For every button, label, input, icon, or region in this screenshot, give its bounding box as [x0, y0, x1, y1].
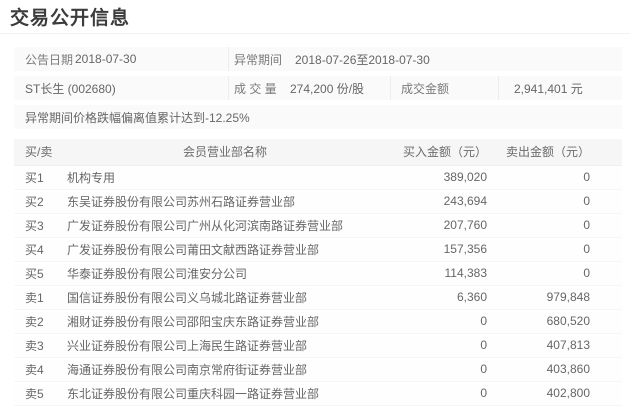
buy-amount-value: 0: [390, 381, 490, 406]
sell-amount-value: 0: [490, 165, 622, 190]
info-row-dates: 公告日期 2018-07-30 异常期间 2018-07-26至2018-07-…: [14, 47, 622, 71]
side-rank-label: 卖5: [14, 381, 60, 406]
table-row: 买2 东吴证券股份有限公司苏州石路证券营业部 243,694 0: [14, 189, 622, 214]
sell-amount-value: 403,860: [490, 357, 622, 382]
table-header-row: 买/卖 会员营业部名称 买入金额（元） 卖出金额（元）: [14, 139, 622, 166]
member-branch-name: 湘财证券股份有限公司邵阳宝庆东路证券营业部: [60, 309, 390, 334]
announce-date-label: 公告日期: [25, 52, 74, 67]
side-rank-label: 买4: [14, 237, 60, 262]
abnormal-period-value: 2018-07-26至2018-07-30: [295, 52, 430, 67]
sell-amount-value: 680,520: [490, 309, 622, 334]
member-branch-name: 广发证券股份有限公司莆田文献西路证券营业部: [60, 237, 390, 262]
buy-amount-value: 0: [390, 333, 490, 358]
side-rank-label: 买3: [14, 213, 60, 238]
side-rank-label: 买5: [14, 261, 60, 286]
content-area: 公告日期 2018-07-30 异常期间 2018-07-26至2018-07-…: [14, 47, 622, 406]
side-rank-label: 买1: [14, 165, 60, 190]
member-branch-name: 华泰证券股份有限公司淮安分公司: [60, 261, 390, 286]
sell-amount-value: 402,800: [490, 381, 622, 406]
stock-name-code: ST长生 (002680): [25, 81, 116, 96]
side-rank-label: 买2: [14, 189, 60, 214]
col-header-buy-sell: 买/卖: [14, 139, 60, 166]
buy-amount-value: 0: [390, 309, 490, 334]
sell-amount-value: 407,813: [490, 333, 622, 358]
table-row: 买4 广发证券股份有限公司莆田文献西路证券营业部 157,356 0: [14, 237, 622, 262]
side-rank-label: 卖1: [14, 285, 60, 310]
member-branch-name: 广发证券股份有限公司广州从化河滨南路证券营业部: [60, 213, 390, 238]
member-branch-name: 兴业证券股份有限公司上海民生路证券营业部: [60, 333, 390, 358]
side-rank-label: 卖4: [14, 357, 60, 382]
volume-label: 成 交 量: [228, 76, 285, 100]
turnover-value: 2,941,401 元: [498, 76, 622, 100]
member-branch-name: 海通证券股份有限公司南京常府街证券营业部: [60, 357, 390, 382]
turnover-label: 成交金额: [390, 76, 498, 100]
trade-disclosure-page: 交易公开信息 公告日期 2018-07-30 异常期间 2018-07-26至2…: [0, 0, 630, 414]
buy-amount-value: 157,356: [390, 237, 490, 262]
deviation-note: 异常期间价格跌幅偏离值累计达到-12.25%: [25, 110, 250, 125]
info-row-deviation: 异常期间价格跌幅偏离值累计达到-12.25%: [14, 105, 622, 129]
sell-amount-value: 979,848: [490, 285, 622, 310]
member-branch-name: 东北证券股份有限公司重庆科园一路证券营业部: [60, 381, 390, 406]
member-branch-name: 机构专用: [60, 165, 390, 190]
buy-amount-value: 389,020: [390, 165, 490, 190]
buy-amount-value: 114,383: [390, 261, 490, 286]
trade-table: 买/卖 会员营业部名称 买入金额（元） 卖出金额（元） 买1 机构专用 389,…: [14, 139, 622, 406]
buy-amount-value: 207,760: [390, 213, 490, 238]
page-title: 交易公开信息: [10, 8, 131, 29]
info-row-stock: ST长生 (002680) 成 交 量 274,200 份/股 成交金额 2,9…: [14, 76, 622, 100]
col-header-sell-amount: 卖出金额（元）: [490, 139, 622, 166]
col-header-buy-amount: 买入金额（元）: [390, 139, 490, 166]
table-row: 买3 广发证券股份有限公司广州从化河滨南路证券营业部 207,760 0: [14, 213, 622, 238]
title-bar: 交易公开信息: [0, 0, 630, 34]
side-rank-label: 卖3: [14, 333, 60, 358]
side-rank-label: 卖2: [14, 309, 60, 334]
sell-amount-value: 0: [490, 213, 622, 238]
table-row: 买1 机构专用 389,020 0: [14, 165, 622, 190]
member-branch-name: 国信证券股份有限公司义乌城北路证券营业部: [60, 285, 390, 310]
abnormal-period-label: 异常期间: [228, 47, 285, 71]
sell-amount-value: 0: [490, 237, 622, 262]
table-row: 买5 华泰证券股份有限公司淮安分公司 114,383 0: [14, 261, 622, 286]
volume-value: 274,200 份/股: [290, 81, 365, 96]
table-row: 卖3 兴业证券股份有限公司上海民生路证券营业部 0 407,813: [14, 333, 622, 358]
sell-amount-value: 0: [490, 189, 622, 214]
member-branch-name: 东吴证券股份有限公司苏州石路证券营业部: [60, 189, 390, 214]
table-row: 卖5 东北证券股份有限公司重庆科园一路证券营业部 0 402,800: [14, 381, 622, 406]
announce-date-value: 2018-07-30: [75, 52, 137, 66]
buy-amount-value: 0: [390, 357, 490, 382]
table-body: 买1 机构专用 389,020 0 买2 东吴证券股份有限公司苏州石路证券营业部…: [14, 165, 622, 406]
buy-amount-value: 6,360: [390, 285, 490, 310]
table-row: 卖1 国信证券股份有限公司义乌城北路证券营业部 6,360 979,848: [14, 285, 622, 310]
table-row: 卖4 海通证券股份有限公司南京常府街证券营业部 0 403,860: [14, 357, 622, 382]
buy-amount-value: 243,694: [390, 189, 490, 214]
col-header-member-name: 会员营业部名称: [60, 139, 390, 166]
table-row: 卖2 湘财证券股份有限公司邵阳宝庆东路证券营业部 0 680,520: [14, 309, 622, 334]
sell-amount-value: 0: [490, 261, 622, 286]
